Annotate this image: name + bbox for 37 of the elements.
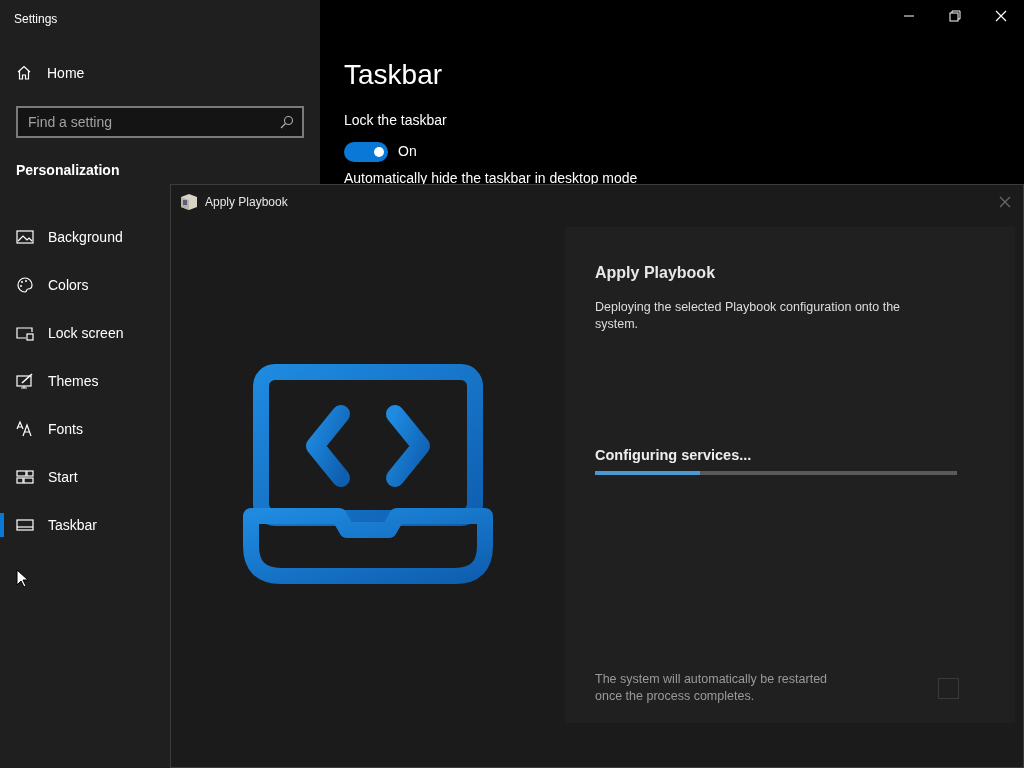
app-icon — [179, 192, 199, 212]
search-icon — [280, 115, 294, 129]
lock-screen-icon — [16, 324, 34, 342]
close-icon[interactable] — [999, 196, 1011, 208]
home-icon — [16, 65, 32, 81]
dialog-heading: Apply Playbook — [595, 263, 716, 283]
dialog-title: Apply Playbook — [205, 194, 288, 211]
sidebar-item[interactable]: Fonts — [0, 405, 154, 453]
restore-icon — [949, 10, 961, 22]
sidebar-item[interactable]: Start — [0, 453, 154, 501]
sidebar-item[interactable]: Background — [0, 213, 154, 261]
close-icon — [995, 10, 1007, 22]
sidebar-item[interactable]: Colors — [0, 261, 154, 309]
sidebar-item[interactable]: Themes — [0, 357, 154, 405]
cursor-icon — [16, 569, 29, 588]
laptop-code-icon — [243, 364, 493, 584]
picture-frame-icon — [16, 228, 34, 246]
section-heading: Personalization — [15, 161, 121, 180]
taskbar-icon — [16, 516, 34, 534]
tiles-icon — [16, 468, 34, 486]
brush-monitor-icon — [16, 372, 34, 390]
restart-note: The system will automatically be restarted once the process completes. — [595, 671, 829, 705]
page-title: Taskbar — [343, 58, 444, 92]
letters-icon — [16, 420, 34, 438]
palette-icon — [16, 276, 34, 294]
dialog-description: Deploying the selected Playbook configuration onto the system. — [595, 299, 902, 333]
sidebar-item[interactable]: Lock screen — [0, 309, 154, 357]
checkbox[interactable] — [938, 677, 959, 699]
setting-label: Automatically hide the taskbar in desktop mode — [344, 170, 638, 186]
search-field[interactable]: Find a setting — [16, 106, 304, 138]
status-text: Configuring services... — [595, 446, 752, 465]
home-link[interactable]: Home — [0, 44, 320, 102]
toggle-state: On — [398, 142, 417, 161]
window-title: Settings — [13, 11, 59, 28]
setting-label: Lock the taskbar — [344, 111, 447, 130]
toggle-switch[interactable] — [344, 141, 388, 162]
sidebar-item[interactable]: Taskbar — [0, 501, 154, 549]
